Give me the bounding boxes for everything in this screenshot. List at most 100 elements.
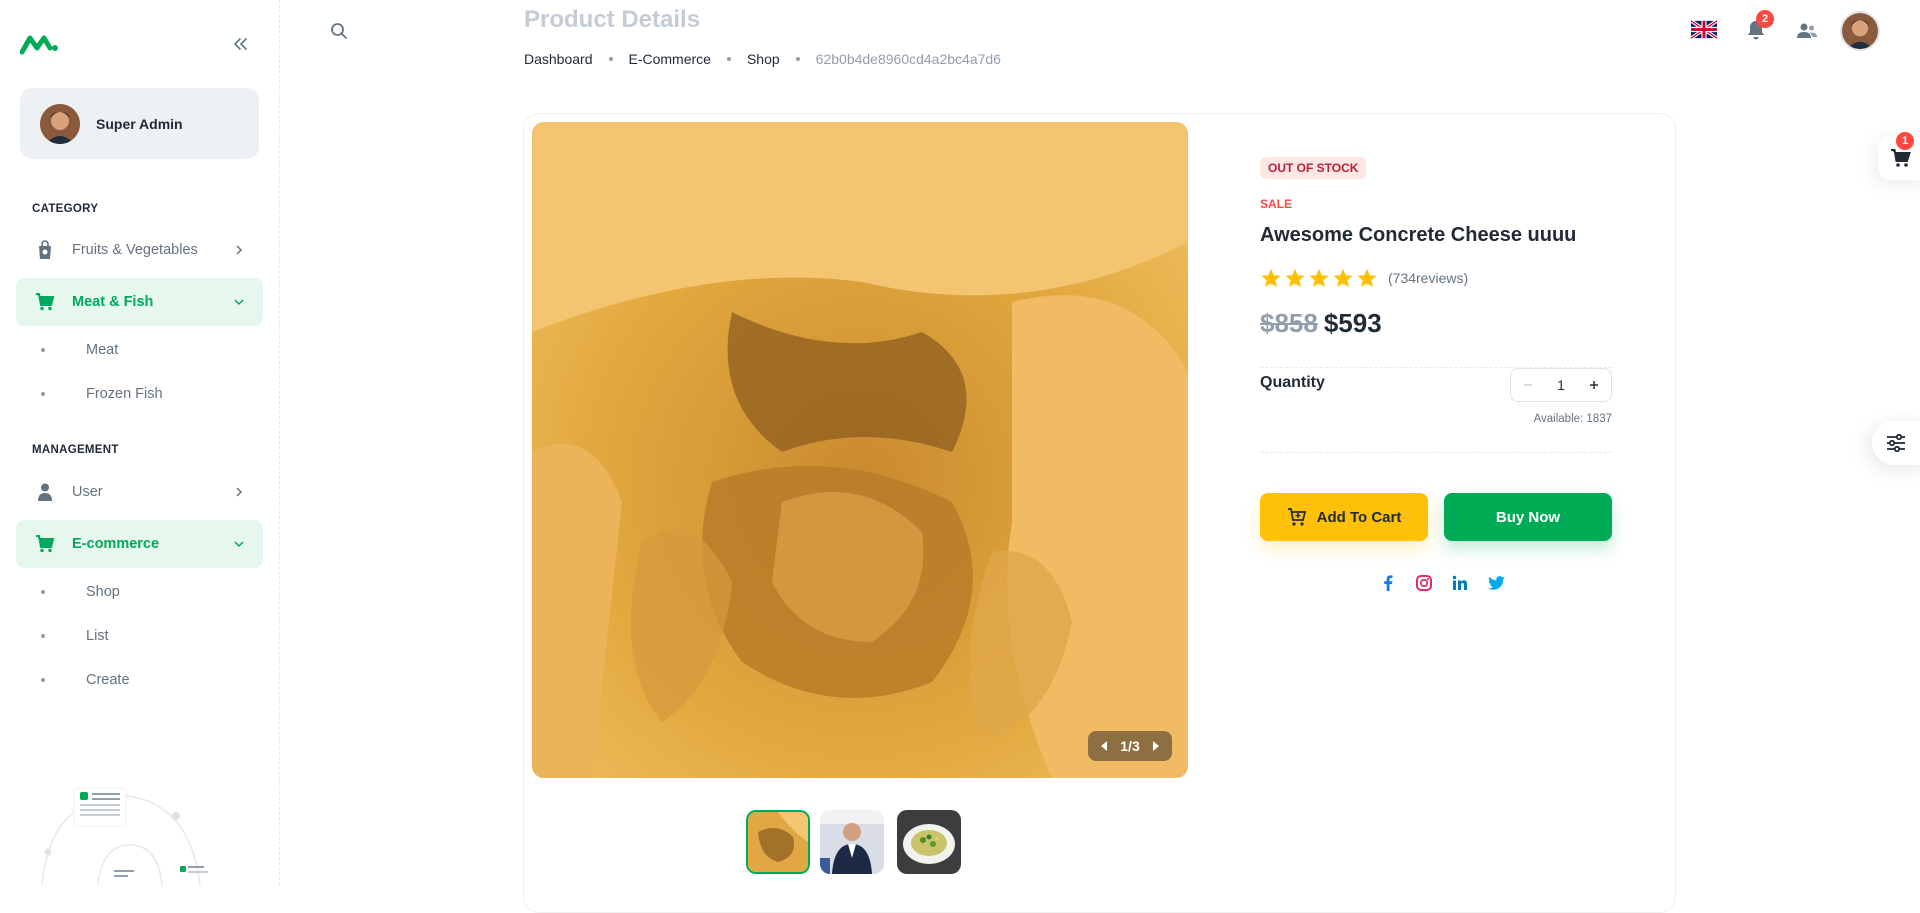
section-title-category: CATEGORY xyxy=(32,203,99,215)
bullet-dot xyxy=(41,392,45,396)
product-photo xyxy=(532,122,1188,778)
sidebar-subitem-shop[interactable]: Shop xyxy=(16,572,263,612)
facebook-share-button[interactable] xyxy=(1370,572,1406,594)
settings-drawer-button[interactable] xyxy=(1872,421,1920,465)
caret-right-icon xyxy=(1153,741,1159,751)
plus-icon xyxy=(1589,381,1598,389)
notifications-button[interactable]: 2 xyxy=(1742,10,1774,44)
sidebar-item-user[interactable]: User xyxy=(16,468,263,516)
sidebar-item-label: E-commerce xyxy=(72,536,160,552)
chevron-right-icon xyxy=(231,242,247,258)
cart-icon xyxy=(34,291,56,313)
star-icon xyxy=(1309,268,1329,288)
sidebar-item-meat-fish[interactable]: Meat & Fish xyxy=(16,278,263,326)
search-button[interactable] xyxy=(326,18,352,44)
prev-image-button[interactable] xyxy=(1096,738,1112,754)
breadcrumb-current: 62b0b4de8960cd4a2bc4a7d6 xyxy=(815,51,1001,67)
breadcrumb-separator xyxy=(795,57,800,61)
collapse-sidebar-button[interactable] xyxy=(228,32,252,56)
product-main-image[interactable] xyxy=(532,122,1188,778)
sidebar-subitem-list[interactable]: List xyxy=(16,616,263,656)
stock-status-badge: OUT OF STOCK xyxy=(1260,157,1367,179)
cart-icon xyxy=(1891,149,1911,167)
buy-now-button[interactable]: Buy Now xyxy=(1444,493,1612,541)
available-stock: Available: 1837 xyxy=(1533,413,1612,425)
star-icon xyxy=(1285,268,1305,288)
account-name: Super Admin xyxy=(96,115,183,132)
twitter-icon xyxy=(1487,576,1505,590)
account-card[interactable]: Super Admin xyxy=(20,88,259,159)
quantity-stepper: 1 xyxy=(1510,368,1612,402)
review-count[interactable]: (734reviews) xyxy=(1388,270,1468,286)
sliders-icon xyxy=(1887,434,1905,452)
page-title: Product Details xyxy=(524,6,701,33)
sidebar-subitem-meat[interactable]: Meat xyxy=(16,330,263,370)
quantity-value[interactable]: 1 xyxy=(1557,377,1565,393)
price: $858 $593 xyxy=(1260,308,1382,339)
caret-left-icon xyxy=(1101,741,1107,751)
thumbnail-image xyxy=(897,810,961,874)
current-price: $593 xyxy=(1323,308,1382,338)
product-thumbnail-2[interactable] xyxy=(820,810,884,874)
contacts-button[interactable] xyxy=(1794,18,1820,44)
language-selector[interactable] xyxy=(1690,19,1718,40)
product-thumbnail-3[interactable] xyxy=(897,810,961,874)
sidebar-item-fruits-vegetables[interactable]: Fruits & Vegetables xyxy=(16,226,263,274)
quantity-label: Quantity xyxy=(1260,374,1325,391)
product-rating: (734reviews) xyxy=(1260,267,1468,289)
sidebar-item-label: User xyxy=(72,484,103,500)
image-carousel-nav: 1/3 xyxy=(1088,731,1172,761)
sidebar-subitem-frozen-fish[interactable]: Frozen Fish xyxy=(16,374,263,414)
breadcrumb-ecommerce[interactable]: E-Commerce xyxy=(629,51,711,67)
star-rating xyxy=(1260,267,1380,289)
product-name: Awesome Concrete Cheese uuuu xyxy=(1260,224,1577,246)
sidebar-item-label: Fruits & Vegetables xyxy=(72,242,198,258)
sidebar-subitem-label: Shop xyxy=(86,584,120,600)
section-title-management: MANAGEMENT xyxy=(32,444,119,456)
notification-badge: 2 xyxy=(1756,10,1774,28)
instagram-share-button[interactable] xyxy=(1406,572,1442,594)
uk-flag-icon xyxy=(1690,19,1718,40)
divider xyxy=(1260,452,1612,453)
thumbnail-image xyxy=(748,812,808,872)
sidebar-item-ecommerce[interactable]: E-commerce xyxy=(16,520,263,568)
next-image-button[interactable] xyxy=(1148,738,1164,754)
increase-quantity-button[interactable] xyxy=(1585,376,1603,394)
chevron-down-icon xyxy=(231,536,247,552)
product-thumbnail-1[interactable] xyxy=(746,810,810,874)
star-icon xyxy=(1261,268,1281,288)
people-icon xyxy=(1797,23,1817,38)
sidebar-subitem-label: Frozen Fish xyxy=(86,386,163,402)
breadcrumb-dashboard[interactable]: Dashboard xyxy=(524,51,593,67)
sidebar-subitem-create[interactable]: Create xyxy=(16,660,263,700)
sidebar-subitem-label: Create xyxy=(86,672,130,688)
bullet-dot xyxy=(41,678,45,682)
user-icon xyxy=(34,481,56,503)
search-icon xyxy=(331,23,347,39)
bullet-dot xyxy=(41,634,45,638)
breadcrumb-shop[interactable]: Shop xyxy=(747,51,780,67)
cart-count-badge: 1 xyxy=(1896,132,1914,150)
logo-icon xyxy=(19,35,58,55)
linkedin-icon xyxy=(1452,575,1467,590)
sidebar-item-label: Meat & Fish xyxy=(72,294,154,310)
minus-icon xyxy=(1524,384,1532,386)
add-to-cart-button[interactable]: Add To Cart xyxy=(1260,493,1428,541)
image-counter: 1/3 xyxy=(1120,738,1140,754)
decrease-quantity-button[interactable] xyxy=(1519,376,1537,394)
logo[interactable] xyxy=(19,32,60,56)
sidebar-subitem-label: Meat xyxy=(86,342,119,358)
bullet-dot xyxy=(41,348,45,352)
floating-cart-button[interactable]: 1 xyxy=(1878,132,1920,180)
twitter-share-button[interactable] xyxy=(1478,572,1514,594)
social-share xyxy=(1370,572,1514,594)
user-avatar-button[interactable] xyxy=(1840,11,1880,51)
star-icon xyxy=(1333,268,1353,288)
linkedin-share-button[interactable] xyxy=(1442,572,1478,594)
cart-icon xyxy=(34,533,56,555)
sidebar-subitem-label: List xyxy=(86,628,109,644)
shopping-bag-icon xyxy=(34,239,56,261)
avatar xyxy=(1842,13,1878,49)
chevron-down-icon xyxy=(231,294,247,310)
chevron-right-icon xyxy=(231,484,247,500)
